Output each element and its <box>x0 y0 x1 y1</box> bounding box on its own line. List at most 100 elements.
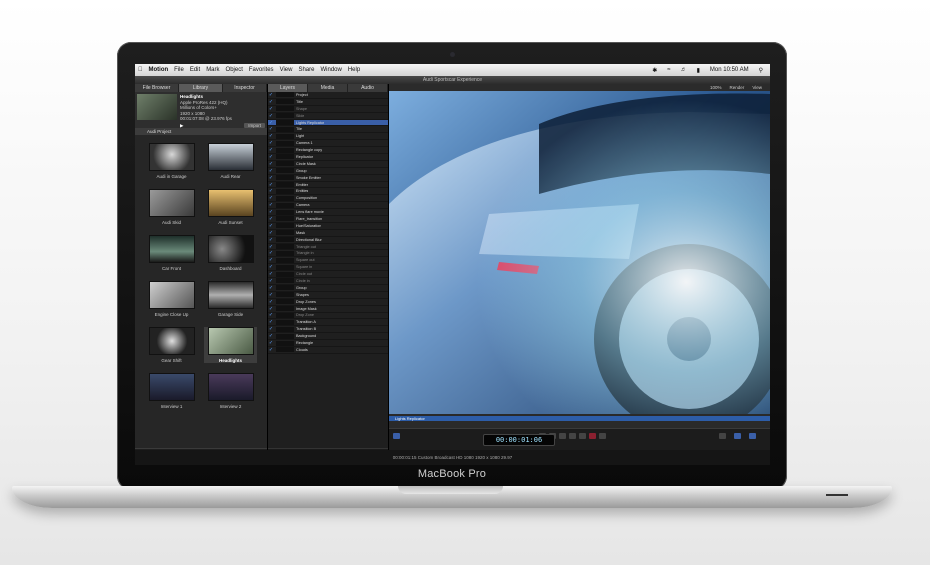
layer-row[interactable]: ✓ Replicator <box>268 154 388 161</box>
layer-checkbox[interactable]: ✓ <box>268 154 274 160</box>
layer-row[interactable]: ✓ Square in <box>268 264 388 272</box>
step-forward-icon[interactable] <box>569 433 576 439</box>
timeline-track[interactable]: Lights Replicator <box>389 416 770 421</box>
clip-tile[interactable]: Audi in Garage <box>145 143 198 179</box>
layer-checkbox[interactable]: ✓ <box>268 147 274 153</box>
layer-row[interactable]: ✓ Title <box>268 99 388 106</box>
layer-row[interactable]: ✓ Lights Replicator <box>268 120 388 127</box>
menu-edit[interactable]: Edit <box>187 67 203 73</box>
menu-app-name[interactable]: Motion <box>146 67 172 73</box>
menu-object[interactable]: Object <box>223 67 246 73</box>
layer-row[interactable]: ✓ Project <box>268 92 388 99</box>
layer-row[interactable]: ✓ Smoke Emitter <box>268 175 388 182</box>
volume-icon[interactable]: ♬ <box>678 67 690 74</box>
layer-checkbox[interactable]: ✓ <box>268 133 274 139</box>
layer-checkbox[interactable]: ✓ <box>268 264 274 270</box>
import-button[interactable]: Import <box>244 122 265 128</box>
layer-checkbox[interactable]: ✓ <box>268 285 274 291</box>
menu-help[interactable]: Help <box>345 67 363 73</box>
layer-checkbox[interactable]: ✓ <box>268 161 274 167</box>
layer-checkbox[interactable]: ✓ <box>268 106 274 112</box>
clip-tile[interactable]: Dashboard <box>204 235 257 271</box>
layer-row[interactable]: ✓ Circle Mask <box>268 161 388 168</box>
clip-tile[interactable]: Audi Rear <box>204 143 257 179</box>
layer-row[interactable]: ✓ Image Mask <box>268 306 388 313</box>
layer-checkbox[interactable]: ✓ <box>268 292 274 298</box>
layer-checkbox[interactable]: ✓ <box>268 120 274 126</box>
menu-window[interactable]: Window <box>317 67 344 73</box>
layer-checkbox[interactable]: ✓ <box>268 92 274 98</box>
clip-tile[interactable]: Garage Side <box>204 281 257 317</box>
go-to-end-icon[interactable] <box>579 433 586 439</box>
layer-row[interactable]: ✓ Group <box>268 285 388 292</box>
record-icon[interactable] <box>393 433 400 439</box>
layer-checkbox[interactable]: ✓ <box>268 188 274 194</box>
timecode-display[interactable]: 00:00:01:06 <box>483 434 555 446</box>
layer-checkbox[interactable]: ✓ <box>268 326 274 332</box>
layer-row[interactable]: ✓ Rectangle copy <box>268 147 388 155</box>
tab-file-browser[interactable]: File Browser <box>135 84 179 92</box>
clip-tile[interactable]: Gear Shift <box>145 327 198 363</box>
layer-row[interactable]: ✓ Circle in <box>268 278 388 285</box>
zoom-level[interactable]: 100% <box>710 84 722 91</box>
layer-checkbox[interactable]: ✓ <box>268 202 274 208</box>
layer-checkbox[interactable]: ✓ <box>268 244 274 250</box>
view-menu[interactable]: View <box>752 84 762 91</box>
layer-row[interactable]: ✓ Shapes <box>268 292 388 299</box>
layer-checkbox[interactable]: ✓ <box>268 237 274 243</box>
layer-checkbox[interactable]: ✓ <box>268 195 274 201</box>
tab-layers[interactable]: Layers <box>268 84 308 92</box>
clip-tile-selected[interactable]: Headlights <box>204 327 257 363</box>
menu-favorites[interactable]: Favorites <box>246 67 277 73</box>
layer-checkbox[interactable]: ✓ <box>268 113 274 119</box>
apple-icon[interactable]:  <box>135 67 146 73</box>
layer-row[interactable]: ✓ Drop Zones <box>268 299 388 306</box>
tab-audio[interactable]: Audio <box>348 84 388 92</box>
layer-row[interactable]: ✓ Rectangle <box>268 340 388 347</box>
menu-view[interactable]: View <box>277 67 296 73</box>
layer-checkbox[interactable]: ✓ <box>268 306 274 312</box>
layer-row[interactable]: ✓ Camera <box>268 202 388 210</box>
layer-checkbox[interactable]: ✓ <box>268 209 274 215</box>
layer-row[interactable]: ✓ Triangle in <box>268 250 388 258</box>
render-menu[interactable]: Render <box>730 84 745 91</box>
layer-checkbox[interactable]: ✓ <box>268 347 274 353</box>
layer-checkbox[interactable]: ✓ <box>268 333 274 339</box>
record-button[interactable] <box>589 433 596 439</box>
layer-checkbox[interactable]: ✓ <box>268 99 274 105</box>
layer-row[interactable]: ✓ Clouds <box>268 347 388 354</box>
layer-row[interactable]: ✓ Circle out <box>268 271 388 279</box>
play-icon[interactable]: ▶ <box>180 123 183 129</box>
clip-tile[interactable]: Car Front <box>145 235 198 271</box>
layer-checkbox[interactable]: ✓ <box>268 216 274 222</box>
layer-checkbox[interactable]: ✓ <box>268 299 274 305</box>
layer-checkbox[interactable]: ✓ <box>268 175 274 181</box>
layer-row[interactable]: ✓ Triangle out <box>268 244 388 251</box>
clip-tile[interactable]: Interview 2 <box>204 373 257 409</box>
layer-row[interactable]: ✓ Shape <box>268 106 388 113</box>
mini-timeline[interactable]: Lights Replicator <box>389 414 770 428</box>
layer-row[interactable]: ✓ Entities <box>268 188 388 196</box>
canvas-viewer[interactable] <box>389 84 770 414</box>
layer-row[interactable]: ✓ Hue/Saturation <box>268 223 388 230</box>
layer-checkbox[interactable]: ✓ <box>268 126 274 132</box>
layer-row[interactable]: ✓ Composition <box>268 195 388 203</box>
layer-row[interactable]: ✓ Directional Blur <box>268 237 388 244</box>
layer-row[interactable]: ✓ Transition B <box>268 326 388 334</box>
tab-inspector[interactable]: Inspector <box>223 84 267 92</box>
layer-row[interactable]: ✓ Camera 1 <box>268 140 388 148</box>
layer-row[interactable]: ✓ Background <box>268 333 388 341</box>
layer-row[interactable]: ✓ Lens flare movie <box>268 209 388 217</box>
layer-row[interactable]: ✓ Emitter <box>268 182 388 189</box>
layer-checkbox[interactable]: ✓ <box>268 140 274 146</box>
layer-row[interactable]: ✓ Tile <box>268 126 388 134</box>
layer-checkbox[interactable]: ✓ <box>268 278 274 284</box>
layer-row[interactable]: ✓ Transition A <box>268 319 388 327</box>
layer-row[interactable]: ✓ Mask <box>268 230 388 237</box>
layer-checkbox[interactable]: ✓ <box>268 168 274 174</box>
fullscreen-icon[interactable] <box>734 433 741 439</box>
settings-icon[interactable] <box>749 433 756 439</box>
layer-row[interactable]: ✓ Drop Zone <box>268 312 388 320</box>
layer-checkbox[interactable]: ✓ <box>268 312 274 318</box>
layer-row[interactable]: ✓ Slide <box>268 113 388 120</box>
